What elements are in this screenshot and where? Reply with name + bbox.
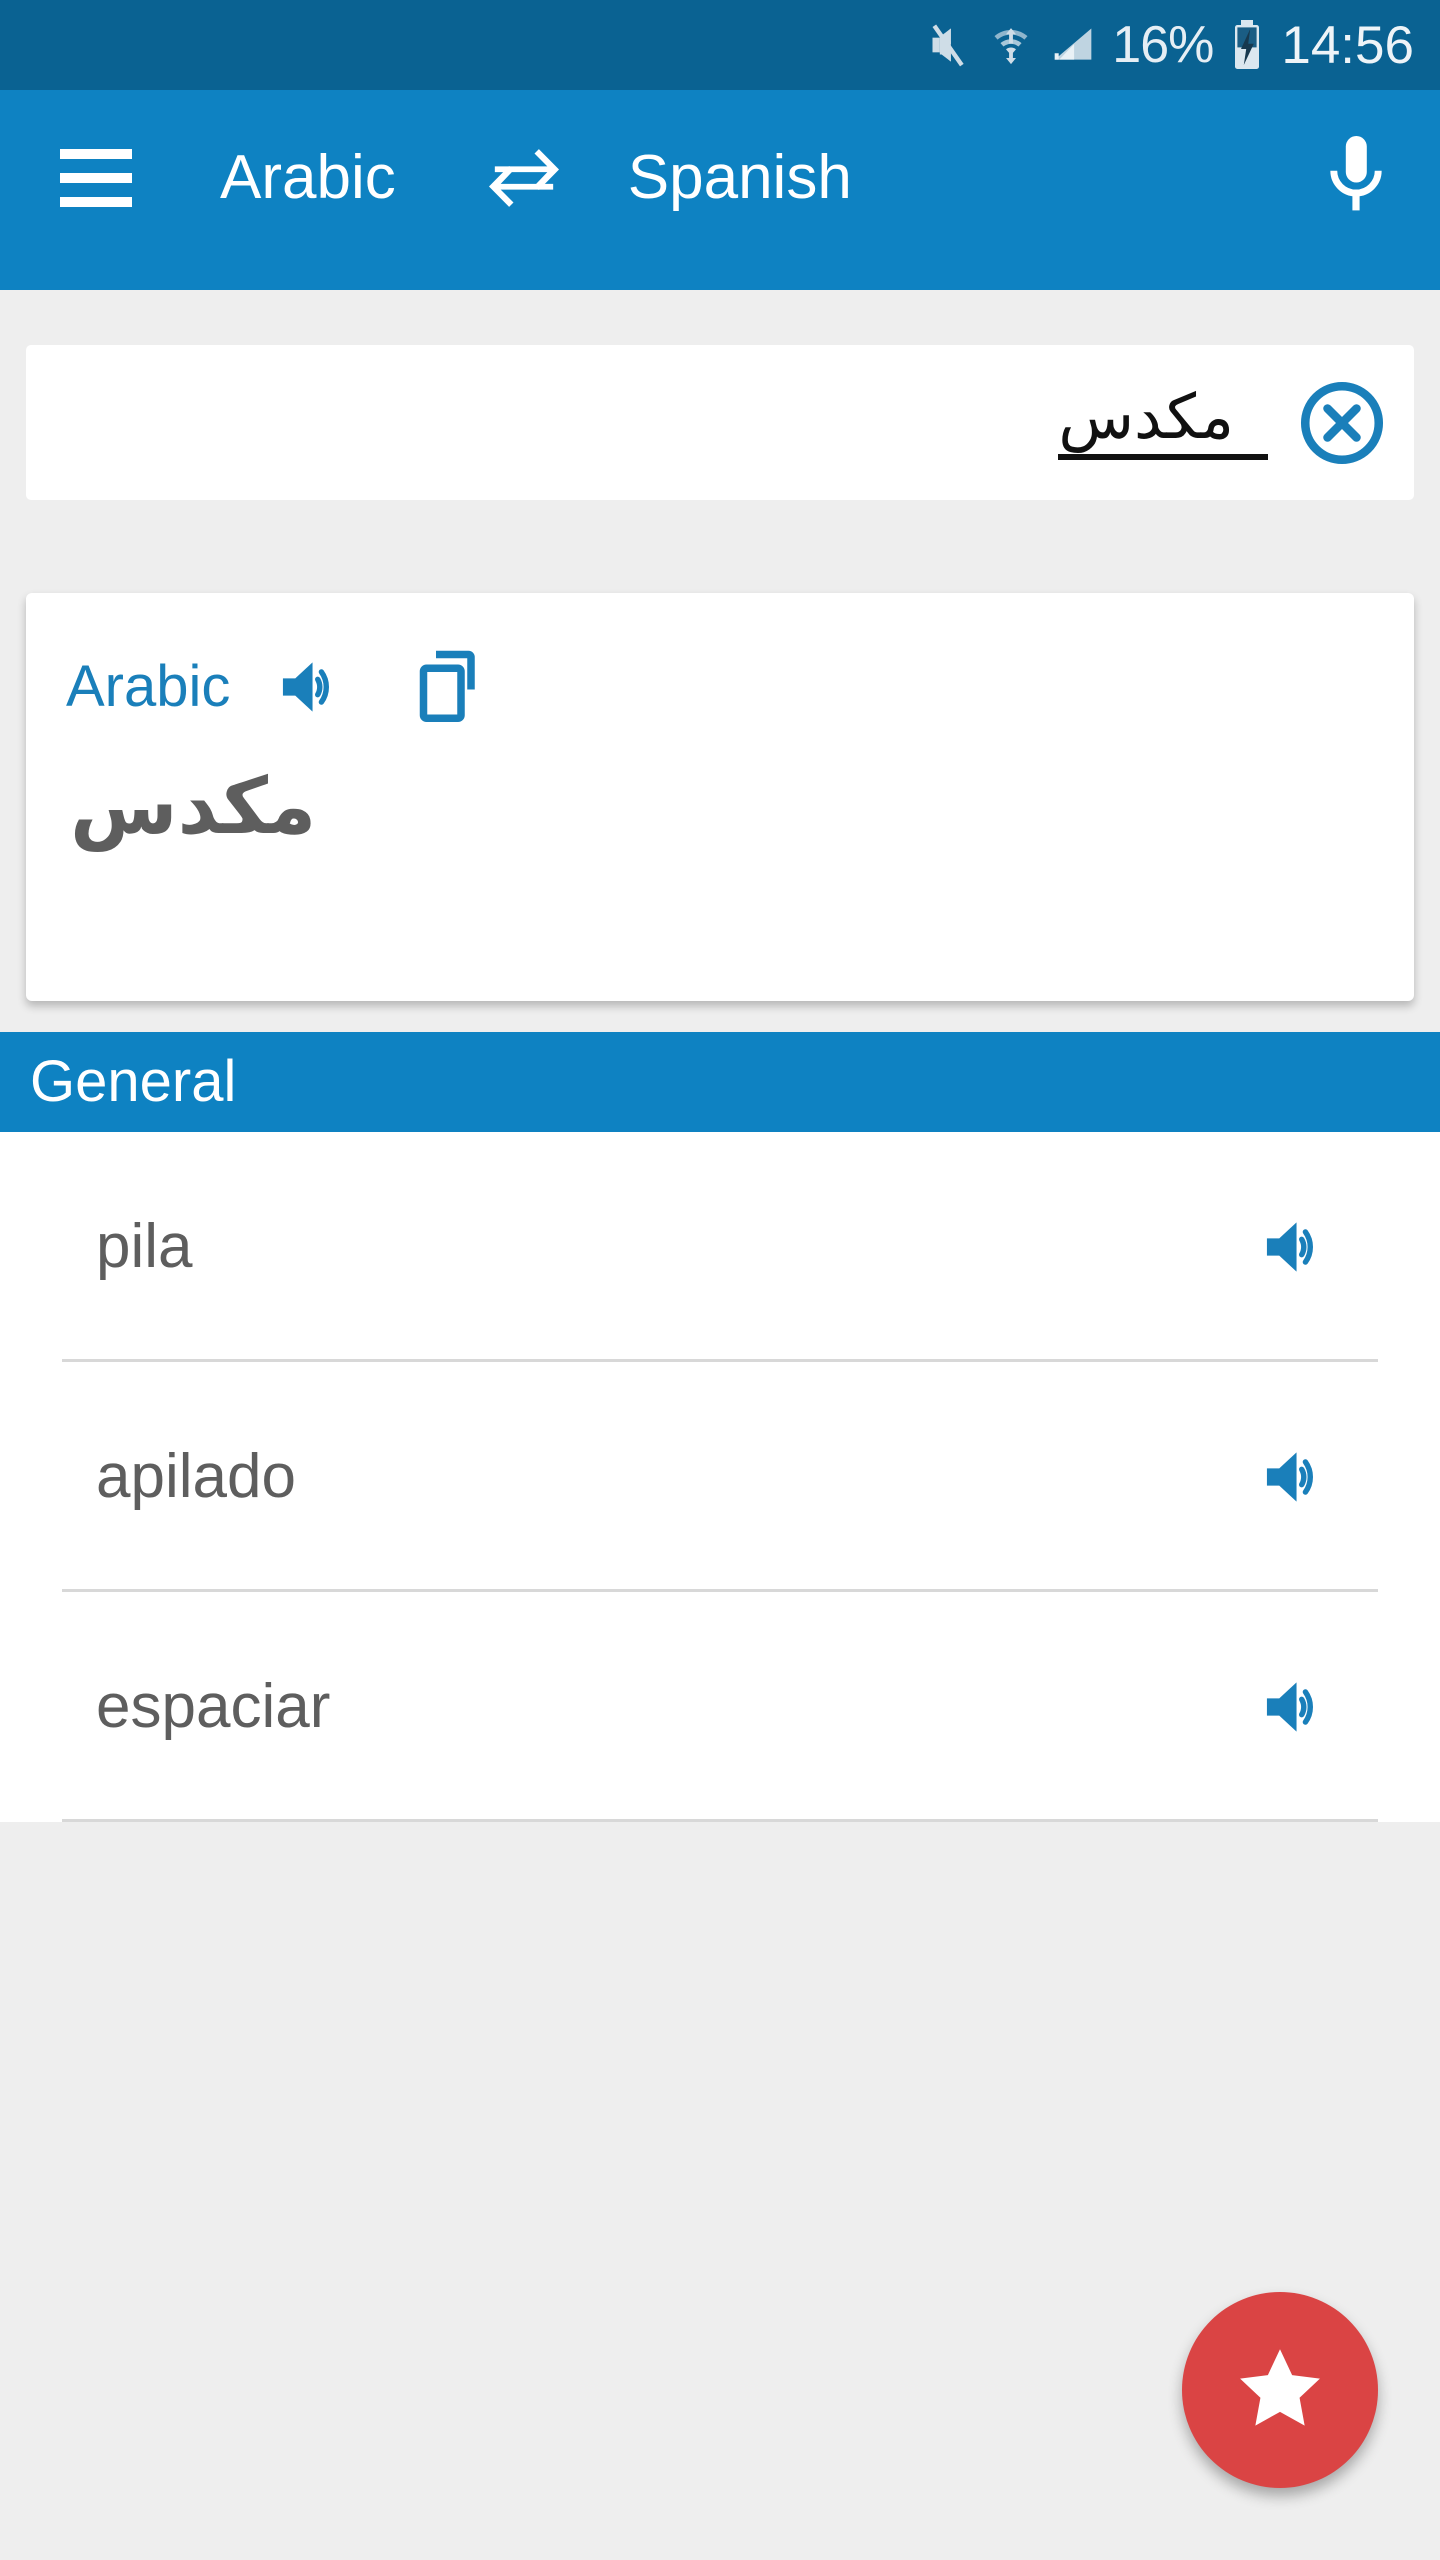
- translation-word: pila: [96, 1212, 193, 1281]
- battery-percent-label: 16%: [1112, 16, 1214, 74]
- hamburger-menu-icon[interactable]: [30, 148, 162, 207]
- clock-label: 14:56: [1281, 15, 1414, 75]
- app-bar-row: Arabic Spanish: [0, 90, 1440, 265]
- copy-icon[interactable]: [416, 649, 486, 725]
- target-language-button[interactable]: Spanish: [628, 146, 852, 209]
- list-item[interactable]: espaciar: [0, 1592, 1440, 1822]
- speaker-icon[interactable]: [1262, 1446, 1336, 1508]
- speaker-icon[interactable]: [1262, 1676, 1336, 1738]
- status-bar: 16% 14:56: [0, 0, 1440, 90]
- microphone-icon[interactable]: [1320, 130, 1392, 226]
- translation-results-list: pila apilado espaciar: [0, 1132, 1440, 1822]
- search-input-value[interactable]: مكدس: [1058, 385, 1268, 460]
- translation-word: apilado: [96, 1442, 296, 1511]
- source-card-header: Arabic: [26, 593, 1414, 725]
- section-header-label: General: [30, 1049, 237, 1114]
- list-item[interactable]: pila: [0, 1132, 1440, 1362]
- search-input[interactable]: مكدس: [26, 345, 1414, 500]
- translation-word: espaciar: [96, 1672, 331, 1741]
- star-icon: [1233, 2343, 1327, 2438]
- app-bar: Arabic Spanish: [0, 90, 1440, 290]
- list-divider: [62, 1819, 1378, 1822]
- source-card-word: مكدس: [70, 762, 317, 852]
- speaker-icon[interactable]: [278, 656, 352, 718]
- section-header-general: General: [0, 1032, 1440, 1132]
- source-card-language-label: Arabic: [66, 654, 231, 719]
- swap-arrows-icon[interactable]: [482, 143, 566, 213]
- list-item[interactable]: apilado: [0, 1362, 1440, 1592]
- speaker-icon[interactable]: [1262, 1216, 1336, 1278]
- signal-icon: [1051, 21, 1095, 69]
- source-language-button[interactable]: Arabic: [220, 146, 396, 209]
- source-word-card: Arabic مكدس: [26, 593, 1414, 1001]
- clear-circle-x-icon[interactable]: [1298, 379, 1386, 467]
- mute-icon: [927, 21, 971, 69]
- favorite-fab-button[interactable]: [1182, 2292, 1378, 2488]
- app-screen: 16% 14:56 Arabic Spanish مكدس Arabic مكد…: [0, 0, 1440, 2560]
- battery-charging-icon: [1230, 19, 1264, 71]
- wifi-icon: [988, 20, 1034, 70]
